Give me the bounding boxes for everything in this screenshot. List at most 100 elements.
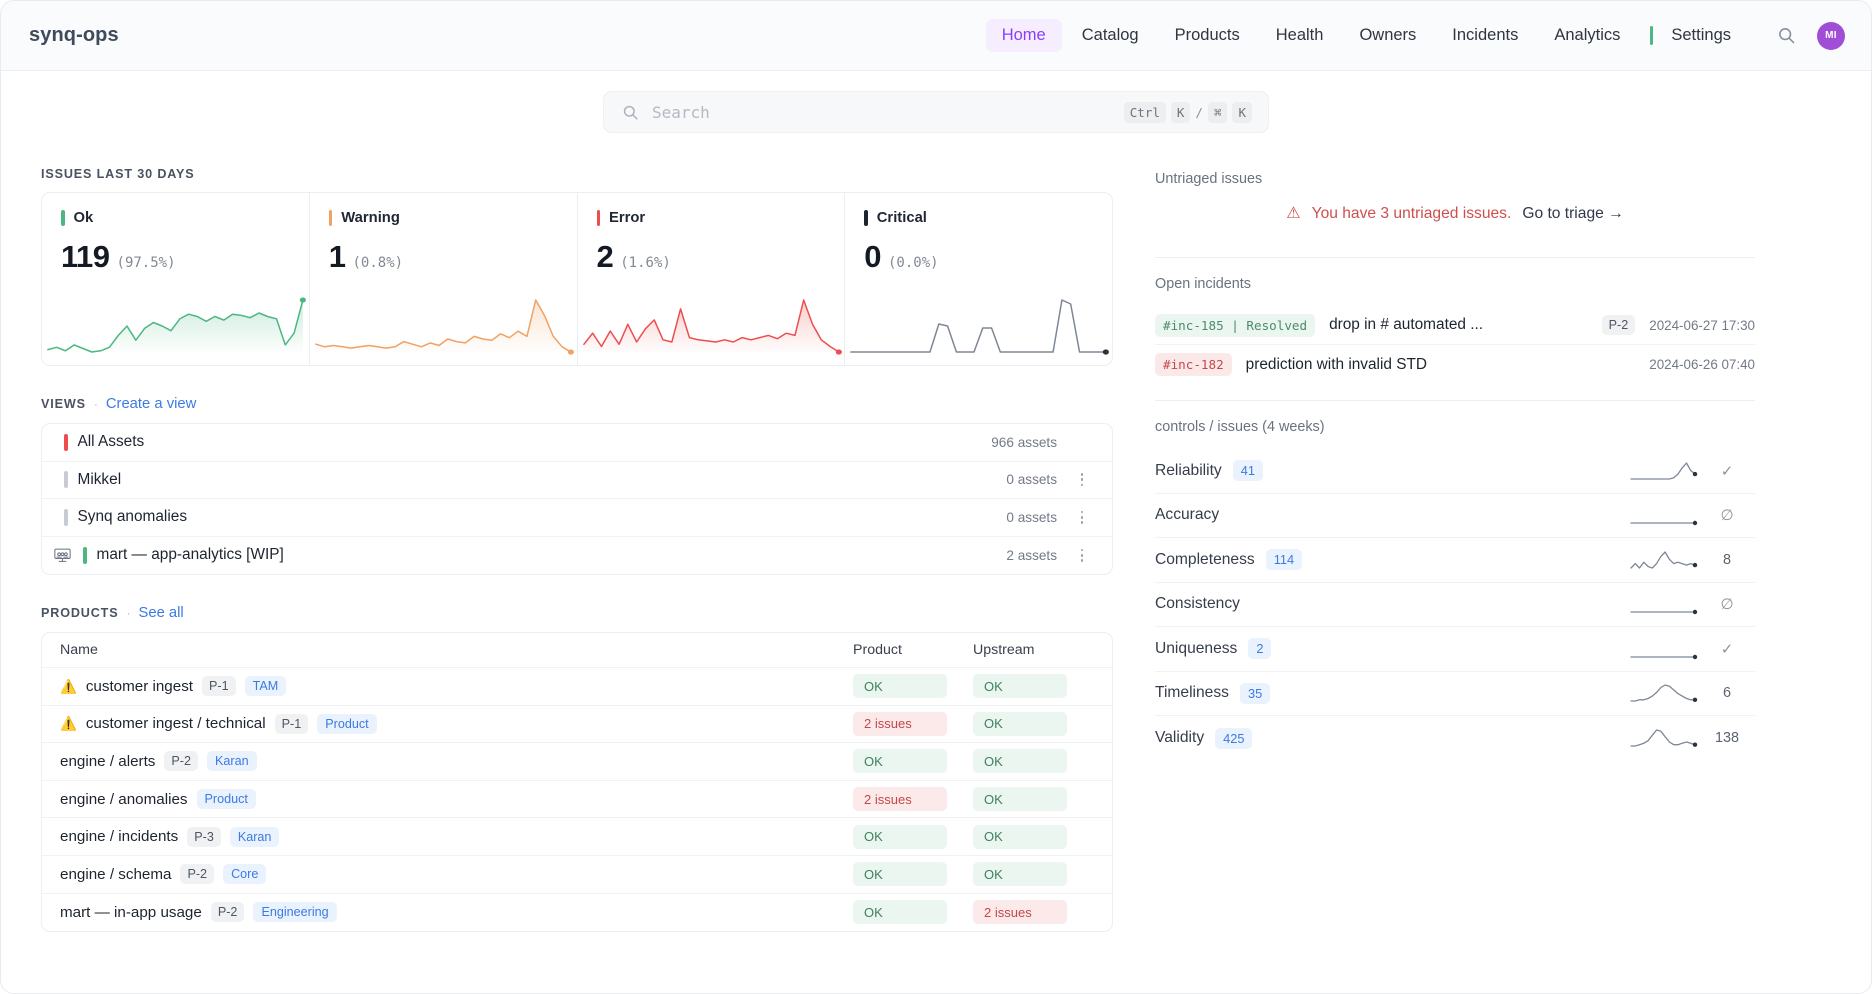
control-name: Reliability — [1155, 462, 1222, 480]
column-header-name: Name — [60, 642, 853, 658]
nav-item-home[interactable]: Home — [986, 19, 1062, 52]
stat-card-warning[interactable]: Warning1(0.8%) — [310, 193, 578, 365]
product-row[interactable]: engine / schemaP-2CoreOKOK — [42, 856, 1112, 894]
stat-card-header: Error — [597, 210, 826, 226]
team-badge[interactable]: Karan — [207, 751, 257, 771]
stat-card-percent: (0.0%) — [888, 255, 939, 271]
view-row[interactable]: Mikkel0 assets — [42, 462, 1112, 500]
page-body: ISSUES LAST 30 DAYS Ok119(97.5%)Warning1… — [1, 133, 1871, 932]
view-color-bar — [64, 434, 68, 451]
control-row[interactable]: Timeliness356 — [1155, 672, 1755, 717]
nav-item-health[interactable]: Health — [1260, 19, 1340, 52]
nav-item-catalog[interactable]: Catalog — [1066, 19, 1155, 52]
nav-item-settings[interactable]: Settings — [1655, 19, 1747, 52]
untriaged-issues-banner[interactable]: ⚠ You have 3 untriaged issues. Go to tri… — [1155, 201, 1755, 241]
control-end-value: ✓ — [1699, 462, 1755, 480]
see-all-products-link[interactable]: See all — [138, 605, 183, 621]
priority-badge: P-2 — [164, 751, 198, 771]
control-count-badge: 2 — [1248, 638, 1271, 659]
control-row[interactable]: Completeness1148 — [1155, 538, 1755, 583]
nav-item-incidents[interactable]: Incidents — [1436, 19, 1534, 52]
product-status-cell: OK — [853, 862, 973, 886]
view-row-menu-button[interactable] — [1071, 511, 1093, 524]
view-color-bar — [64, 509, 68, 526]
team-badge[interactable]: Core — [223, 864, 266, 884]
product-row[interactable]: engine / incidentsP-3KaranOKOK — [42, 818, 1112, 856]
product-row[interactable]: mart — in-app usageP-2EngineeringOK2 iss… — [42, 894, 1112, 932]
view-row-menu-button[interactable] — [1071, 473, 1093, 486]
stat-card-percent: (97.5%) — [117, 255, 176, 271]
group-icon — [54, 548, 71, 563]
create-view-link[interactable]: Create a view — [106, 396, 196, 412]
team-badge[interactable]: Engineering — [253, 902, 336, 922]
product-row[interactable]: engine / anomaliesProduct2 issuesOK — [42, 781, 1112, 819]
view-row-main: Synq anomalies — [54, 508, 1006, 526]
untriaged-issues-label: Untriaged issues — [1155, 171, 1755, 187]
view-asset-count: 0 assets — [1006, 472, 1057, 487]
nav-item-products[interactable]: Products — [1159, 19, 1256, 52]
product-name: mart — in-app usage — [60, 904, 202, 921]
views-caption: VIEWS — [41, 397, 86, 411]
upstream-status-cell: OK — [973, 749, 1093, 773]
view-row-menu-button[interactable] — [1071, 549, 1093, 562]
product-row[interactable]: engine / alertsP-2KaranOKOK — [42, 743, 1112, 781]
control-name: Uniqueness — [1155, 640, 1237, 658]
avatar[interactable]: MI — [1817, 22, 1845, 50]
team-badge[interactable]: Product — [197, 789, 256, 809]
app-window: synq-ops HomeCatalogProductsHealthOwners… — [0, 0, 1872, 994]
incident-priority-badge: P-2 — [1602, 315, 1636, 335]
product-name-cell: engine / schemaP-2Core — [60, 864, 853, 884]
kbd-k-2: K — [1232, 102, 1252, 123]
product-status-cell: 2 issues — [853, 787, 973, 811]
stat-card-error[interactable]: Error2(1.6%) — [578, 193, 846, 365]
product-row[interactable]: ⚠️customer ingestP-1TAMOKOK — [42, 668, 1112, 706]
stat-card-critical[interactable]: Critical0(0.0%) — [845, 193, 1112, 365]
app-brand: synq-ops — [29, 24, 119, 47]
control-row[interactable]: Accuracy∅ — [1155, 494, 1755, 539]
kbd-k-1: K — [1171, 102, 1191, 123]
product-status-pill: OK — [853, 862, 947, 886]
control-end-value: ∅ — [1699, 595, 1755, 613]
upstream-status-cell: OK — [973, 712, 1093, 736]
view-row-main: All Assets — [54, 433, 991, 451]
product-name-cell: mart — in-app usageP-2Engineering — [60, 902, 853, 922]
control-row[interactable]: Uniqueness2✓ — [1155, 627, 1755, 672]
control-name: Consistency — [1155, 595, 1240, 613]
control-row[interactable]: Consistency ∅ — [1155, 583, 1755, 628]
control-row[interactable]: Reliability 41 ✓ — [1155, 449, 1755, 494]
search-input[interactable]: Search Ctrl K / ⌘ K — [603, 91, 1269, 133]
product-status-pill: 2 issues — [853, 787, 947, 811]
team-badge[interactable]: Karan — [230, 827, 280, 847]
incident-title: drop in # automated ... — [1329, 316, 1588, 334]
view-row[interactable]: All Assets966 assets — [42, 424, 1112, 462]
incident-row[interactable]: #inc-185 | Resolveddrop in # automated .… — [1155, 306, 1755, 345]
search-icon[interactable] — [1773, 23, 1799, 49]
status-color-bar — [61, 210, 65, 226]
warning-triangle-icon: ⚠️ — [60, 717, 77, 731]
go-to-triage-link[interactable]: Go to triage → — [1522, 205, 1623, 223]
control-count-badge: 41 — [1233, 460, 1263, 481]
search-shortcut-hint: Ctrl K / ⌘ K — [1124, 102, 1252, 123]
nav-item-analytics[interactable]: Analytics — [1538, 19, 1636, 52]
controls-issues-list: Reliability41✓Accuracy∅Completeness1148C… — [1155, 449, 1755, 761]
nav-settings-group[interactable]: Settings — [1650, 19, 1747, 52]
stat-card-ok[interactable]: Ok119(97.5%) — [42, 193, 310, 365]
team-badge[interactable]: Product — [317, 714, 376, 734]
product-row[interactable]: ⚠️customer ingest / technicalP-1Product2… — [42, 706, 1112, 744]
view-row[interactable]: mart — app-analytics [WIP]2 assets — [42, 537, 1112, 575]
product-status-cell: OK — [853, 900, 973, 924]
nav-item-owners[interactable]: Owners — [1343, 19, 1432, 52]
control-end-value: 138 — [1699, 730, 1755, 746]
control-row[interactable]: Validity 425 138 — [1155, 716, 1755, 761]
view-row[interactable]: Synq anomalies0 assets — [42, 499, 1112, 537]
view-name: All Assets — [78, 433, 145, 451]
status-color-bar — [329, 210, 333, 226]
control-sparkline — [1627, 681, 1699, 705]
stat-card-sparkline — [578, 295, 845, 357]
status-color-bar — [864, 210, 868, 226]
control-name: Validity — [1155, 729, 1204, 747]
incident-row[interactable]: #inc-182prediction with invalid STD2024-… — [1155, 345, 1755, 384]
settings-status-bar — [1650, 26, 1653, 45]
team-badge[interactable]: TAM — [245, 676, 287, 696]
control-count-badge: 425 — [1215, 728, 1252, 749]
